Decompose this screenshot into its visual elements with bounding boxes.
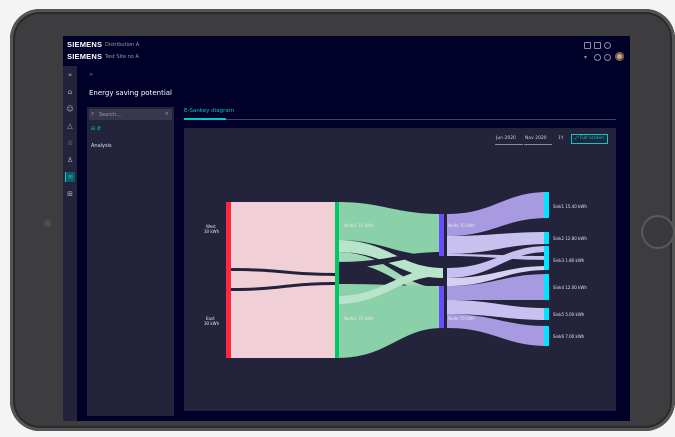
site-name[interactable]: Test Site no A [105, 54, 139, 60]
source-sublabel-east: 30 kWh [204, 321, 220, 326]
avatar[interactable] [615, 52, 624, 61]
brand-logo: SIEMENS [67, 40, 103, 49]
app-name: Distribution A [105, 42, 140, 48]
flow-l2-sink1 [447, 192, 548, 236]
sankey-chart: West 30 kWh East 30 kWh Node1 70 kWh Nod… [204, 192, 587, 358]
level1-node[interactable] [335, 202, 339, 358]
filter-sort-icons[interactable]: ⊟ ⇵ [91, 126, 101, 132]
user-icon[interactable]: ☺ [65, 104, 75, 114]
source-sublabel-west: 30 kWh [204, 229, 220, 234]
pin-icon[interactable]: ♙ [65, 155, 75, 165]
level1-label-1: Node1 70 kWh [344, 223, 374, 228]
tab-active-indicator [184, 118, 226, 120]
tab-divider [184, 119, 616, 120]
sink-node-6[interactable] [544, 326, 549, 346]
level1-label-2: Node1 70 kWh [344, 316, 374, 321]
settings-icon[interactable] [604, 42, 611, 49]
notification-icon[interactable] [604, 54, 611, 61]
filter-icon[interactable]: ▾ [584, 54, 591, 61]
sink-node-3[interactable] [544, 246, 549, 270]
search-icon: ⌕ [91, 110, 95, 117]
sink-label-3: Sink3 1.80 kWh [553, 258, 585, 263]
sink-label-1: Sink1 15.40 kWh [553, 204, 587, 209]
sink-label-5: Sink5 5.00 kWh [553, 312, 585, 317]
level2-node-1[interactable] [439, 214, 444, 256]
sink-label-6: Sink6 7.00 kWh [553, 334, 585, 339]
home-icon[interactable]: ⌂ [65, 87, 75, 97]
home-button[interactable] [641, 215, 675, 249]
sink-node-4[interactable] [544, 274, 549, 300]
tree-item-analysis[interactable]: Analysis [91, 143, 112, 149]
top-bar: SIEMENS Distribution A SIEMENS Test Site… [63, 36, 630, 66]
sink-label-4: Sink4 12.00 kWh [553, 285, 587, 290]
breadcrumb[interactable]: > [89, 72, 93, 78]
flow-source-level1 [230, 202, 339, 358]
expand-icon[interactable]: » [65, 70, 75, 80]
sankey-icon[interactable]: ≋ [65, 172, 75, 182]
search-placeholder: Search... [99, 112, 121, 118]
level2-label-1: Node 70 kWh [448, 223, 475, 228]
sink-node-1[interactable] [544, 192, 549, 218]
side-nav: » ⌂ ☺ △ ☆ ♙ ≋ ⊞ [63, 66, 77, 421]
document-icon[interactable] [584, 42, 591, 49]
print-icon[interactable] [594, 42, 601, 49]
chart-panel: Jun 2020 Nov 2020 1Y ⤢ Full screen West … [184, 128, 616, 411]
left-panel: ⌕ Search... × ⊟ ⇵ Analysis [87, 107, 174, 416]
search-input[interactable]: ⌕ Search... × [89, 109, 172, 120]
alert-icon[interactable]: △ [65, 121, 75, 131]
camera-icon [43, 219, 52, 228]
page-title: Energy saving potential [89, 89, 172, 97]
app-screen: SIEMENS Distribution A SIEMENS Test Site… [63, 36, 630, 421]
sink-node-5[interactable] [544, 308, 549, 320]
brand-logo-secondary: SIEMENS [67, 52, 103, 61]
sink-label-2: Sink2 12.80 kWh [553, 236, 587, 241]
tab-sankey[interactable]: E-Sankey diagram [184, 108, 234, 114]
sink-node-2[interactable] [544, 232, 549, 244]
grid-icon[interactable]: ⊞ [65, 189, 75, 199]
level2-node-2[interactable] [439, 286, 444, 328]
star-icon[interactable]: ☆ [65, 138, 75, 148]
source-node[interactable] [226, 202, 231, 358]
help-icon[interactable] [594, 54, 601, 61]
close-icon[interactable]: × [165, 111, 169, 117]
level2-label-2: Node 70 kWh [448, 316, 475, 321]
